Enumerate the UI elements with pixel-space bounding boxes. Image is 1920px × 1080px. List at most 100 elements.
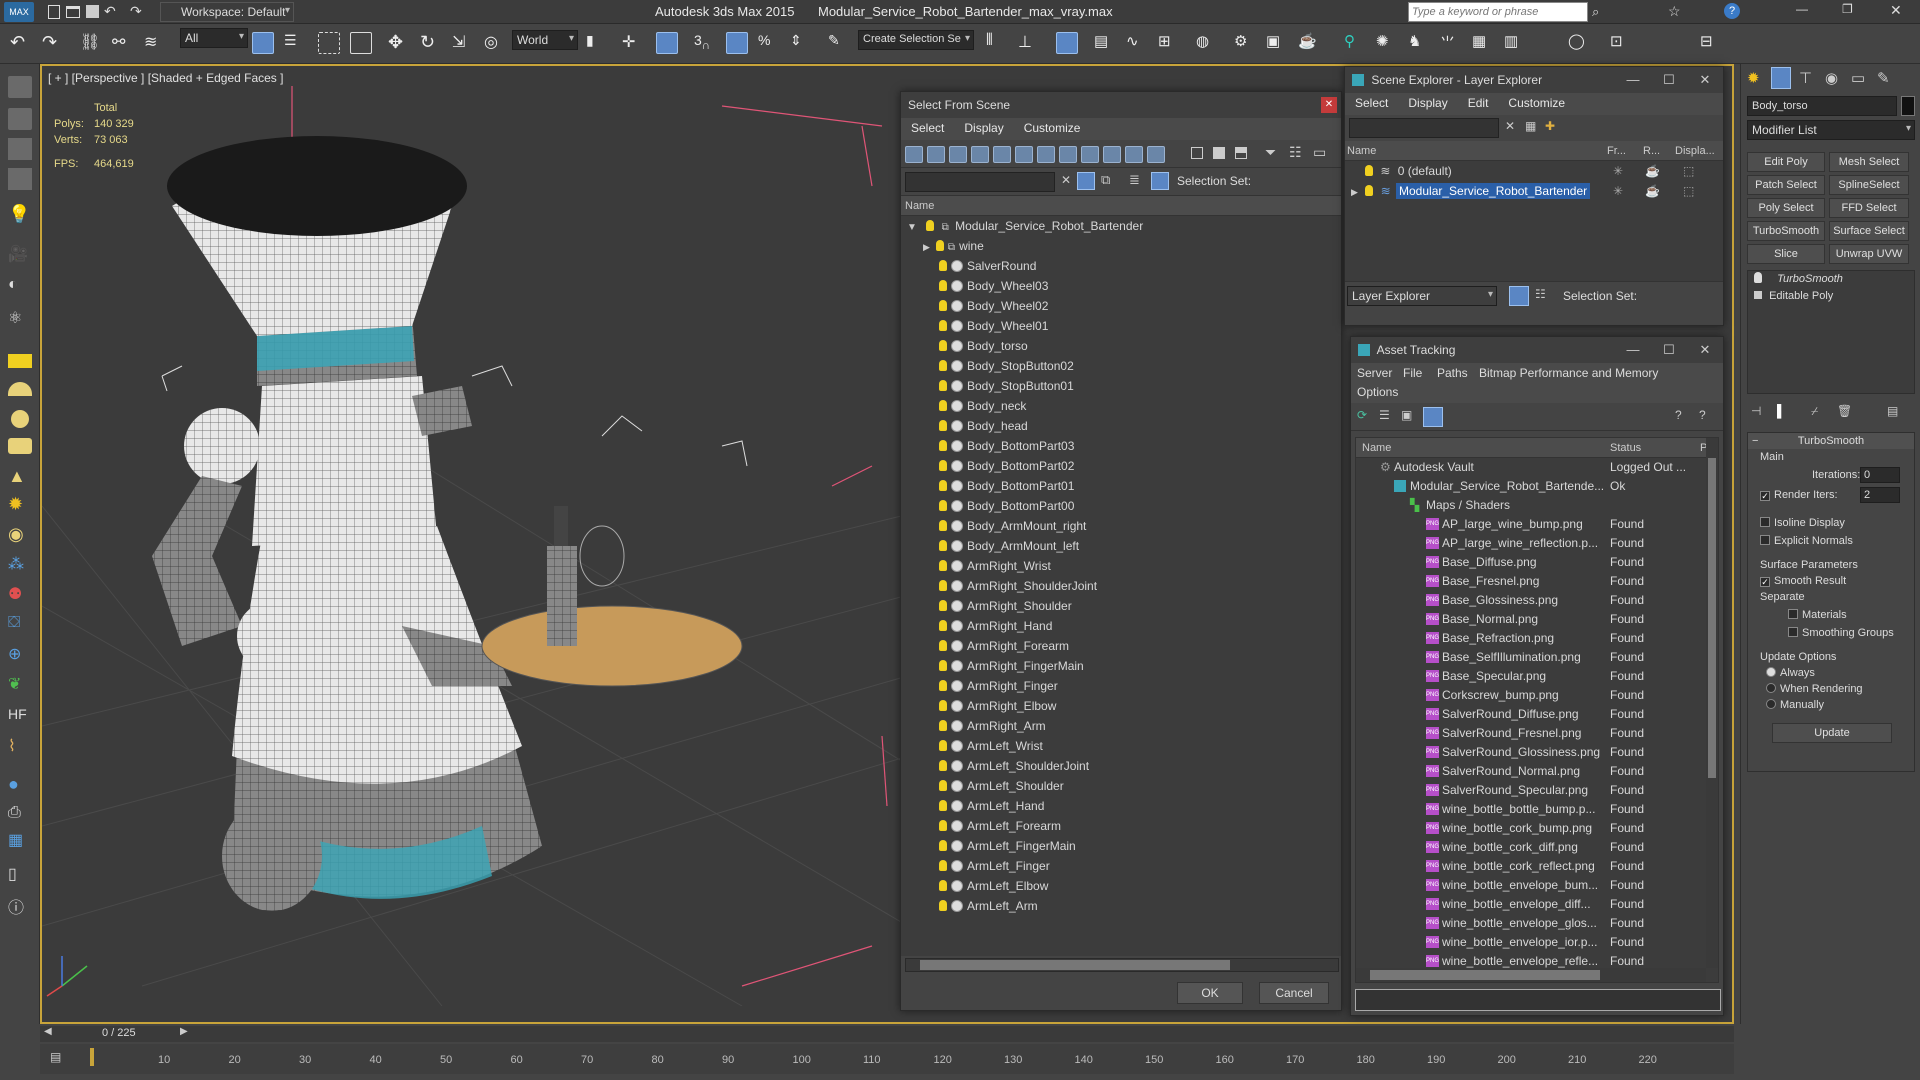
sfs-object-row[interactable]: ArmRight_Elbow [901, 696, 1341, 716]
show-end-result-icon[interactable]: ▌ [1777, 404, 1786, 418]
render-production-icon[interactable]: ☕ [1298, 32, 1320, 54]
se-layer-row-robot[interactable]: ▶ ≋ Modular_Service_Robot_Bartender ✳ ☕ … [1345, 181, 1723, 201]
select-from-scene-titlebar[interactable]: Select From Scene ✕ [901, 92, 1341, 118]
find-case-icon[interactable]: ⧉ [1101, 172, 1110, 188]
save-file-icon[interactable] [86, 5, 99, 18]
at-map-row[interactable]: PNG wine_bottle_envelope_glos... Found [1356, 914, 1718, 933]
visibility-bulb-icon[interactable] [939, 280, 947, 291]
at-path-field[interactable] [1355, 989, 1721, 1011]
at-map-row[interactable]: PNG wine_bottle_cork_bump.png Found [1356, 819, 1718, 838]
rendered-frame-icon[interactable]: ▣ [1266, 32, 1288, 54]
at-map-row[interactable]: PNG SalverRound_Normal.png Found [1356, 762, 1718, 781]
sfs-search-input[interactable] [905, 172, 1055, 192]
render-iters-toggle[interactable]: ✓ Render Iters: [1760, 489, 1838, 501]
utilities-tab-icon[interactable]: ✎ [1877, 69, 1890, 87]
layer-visibility-icon[interactable] [1365, 185, 1374, 196]
visibility-bulb-icon[interactable] [939, 460, 947, 471]
sfs-object-row[interactable]: Body_StopButton01 [901, 376, 1341, 396]
vray-toolbar-extra-icon[interactable]: ⊟ [1700, 32, 1722, 54]
sfs-object-row[interactable]: Body_BottomPart03 [901, 436, 1341, 456]
sfs-object-row[interactable]: Body_Wheel01 [901, 316, 1341, 336]
max-script-icon[interactable]: ▦ [8, 830, 32, 852]
se-minimize-icon[interactable]: — [1615, 67, 1651, 93]
display-box-icon[interactable]: ⬚ [1683, 181, 1694, 201]
ok-button[interactable]: OK [1177, 982, 1243, 1004]
sfs-object-row[interactable]: ArmRight_Forearm [901, 636, 1341, 656]
remove-modifier-icon[interactable]: 🗑 [1837, 404, 1852, 418]
freeze-snowflake-icon[interactable]: ✳ [1613, 181, 1623, 201]
undo-icon[interactable]: ↶ [104, 3, 116, 20]
modifier-on-bulb-icon[interactable] [1754, 272, 1762, 283]
collapse-icon[interactable]: ▭ [1313, 144, 1326, 161]
se-maximize-icon[interactable]: ☐ [1651, 67, 1687, 93]
track-bar-menu-icon[interactable]: ▤ [50, 1050, 61, 1064]
filter-helpers-icon[interactable] [993, 146, 1011, 163]
smoothing-groups-checkbox[interactable] [1788, 627, 1798, 637]
help-icon[interactable]: ? [1724, 3, 1740, 19]
vray-proxy-icon[interactable]: ♞ [1408, 32, 1430, 54]
visibility-bulb-icon[interactable] [939, 520, 947, 531]
when-rendering-radio[interactable] [1766, 683, 1776, 693]
at-list-icon[interactable]: ☰ [1379, 408, 1390, 422]
pivot-center-icon[interactable]: ▮ [586, 32, 608, 54]
filter-toggle-icon[interactable] [1077, 172, 1095, 190]
sfs-object-row[interactable]: ▶ ⧉ wine [901, 236, 1341, 256]
render-setup-icon[interactable]: ⚙ [1234, 32, 1256, 54]
sphere-icon[interactable] [11, 410, 29, 428]
layers-icon[interactable]: ≣ [1129, 172, 1140, 188]
vray-fur-icon[interactable]: ⺌ [1440, 32, 1462, 54]
visibility-bulb-icon[interactable] [939, 320, 947, 331]
sfs-object-row[interactable]: Body_ArmMount_left [901, 536, 1341, 556]
hemisphere-icon[interactable] [8, 382, 32, 396]
isoline-toggle[interactable]: Isoline Display [1760, 517, 1845, 529]
at-map-row[interactable]: PNG SalverRound_Diffuse.png Found [1356, 705, 1718, 724]
vray-light-icon[interactable]: ⚲ [1344, 32, 1366, 54]
sfs-object-row[interactable]: Body_StopButton02 [901, 356, 1341, 376]
sfs-object-row[interactable]: SalverRound [901, 256, 1341, 276]
expand-arrow-right-icon[interactable]: ▶ [923, 242, 930, 252]
visibility-bulb-icon[interactable] [939, 500, 947, 511]
camera-icon[interactable]: 🎥 [8, 244, 32, 266]
smooth-result-toggle[interactable]: ✓ Smooth Result [1760, 575, 1846, 587]
sfs-object-row[interactable]: Body_ArmMount_right [901, 516, 1341, 536]
display-box-icon[interactable]: ⬚ [1683, 161, 1694, 181]
angle-snap-icon[interactable] [726, 32, 748, 54]
at-refresh-icon[interactable]: ⟳ [1357, 408, 1367, 422]
cloth-icon[interactable]: ⌇ [8, 736, 32, 758]
visibility-bulb-icon[interactable] [939, 780, 947, 791]
update-button[interactable]: Update [1772, 723, 1892, 743]
search-input[interactable]: Type a keyword or phrase [1408, 2, 1588, 22]
filter-lights-icon[interactable] [949, 146, 967, 163]
filter-geometry-icon[interactable] [905, 146, 923, 163]
redo-icon[interactable]: ↷ [130, 3, 142, 20]
se-explorer-dropdown[interactable]: Layer Explorer ▾ [1347, 286, 1497, 306]
iterations-spinner[interactable]: 0 [1860, 467, 1900, 483]
vray-plane-icon[interactable]: ▦ [1472, 32, 1494, 54]
ref-coord-dropdown[interactable]: World ▾ [512, 30, 578, 50]
at-map-row[interactable]: PNG Base_SelfIllumination.png Found [1356, 648, 1718, 667]
explicit-normals-checkbox[interactable] [1760, 535, 1770, 545]
visibility-bulb-icon[interactable] [939, 420, 947, 431]
move-icon[interactable]: ✥ [388, 32, 410, 54]
sfs-object-row[interactable]: ArmRight_Wrist [901, 556, 1341, 576]
filter-spacewarps-icon[interactable] [1015, 146, 1033, 163]
visibility-bulb-icon[interactable] [939, 860, 947, 871]
create-tab-icon[interactable]: ✹ [1747, 69, 1760, 87]
unlink-icon[interactable]: ⚯ [112, 32, 134, 54]
visibility-bulb-icon[interactable] [939, 400, 947, 411]
viewport-sphere-icon[interactable]: ● [8, 774, 32, 796]
grid-icon[interactable] [8, 168, 32, 190]
funnel-icon[interactable]: ⏷ [1265, 144, 1276, 161]
render-icon[interactable]: ⎙ [8, 804, 32, 826]
select-manipulate-icon[interactable]: ✛ [622, 32, 644, 54]
expand-arrow-right-icon[interactable]: ▶ [1351, 187, 1358, 197]
snaps-toggle-icon[interactable]: 3∩ [694, 32, 716, 54]
visibility-bulb-icon[interactable] [939, 260, 947, 271]
dynamics-icon[interactable]: ⚉ [8, 584, 32, 606]
visibility-bulb-icon[interactable] [939, 440, 947, 451]
mod-poly-select-button[interactable]: Poly Select [1747, 198, 1825, 218]
at-maps-row[interactable]: ▚ Maps / Shaders [1356, 496, 1718, 515]
make-unique-icon[interactable]: ⌿ [1811, 404, 1818, 419]
display-tab-icon[interactable]: ▭ [1851, 69, 1865, 87]
stack-item-turbosmooth[interactable]: TurboSmooth [1748, 271, 1914, 288]
